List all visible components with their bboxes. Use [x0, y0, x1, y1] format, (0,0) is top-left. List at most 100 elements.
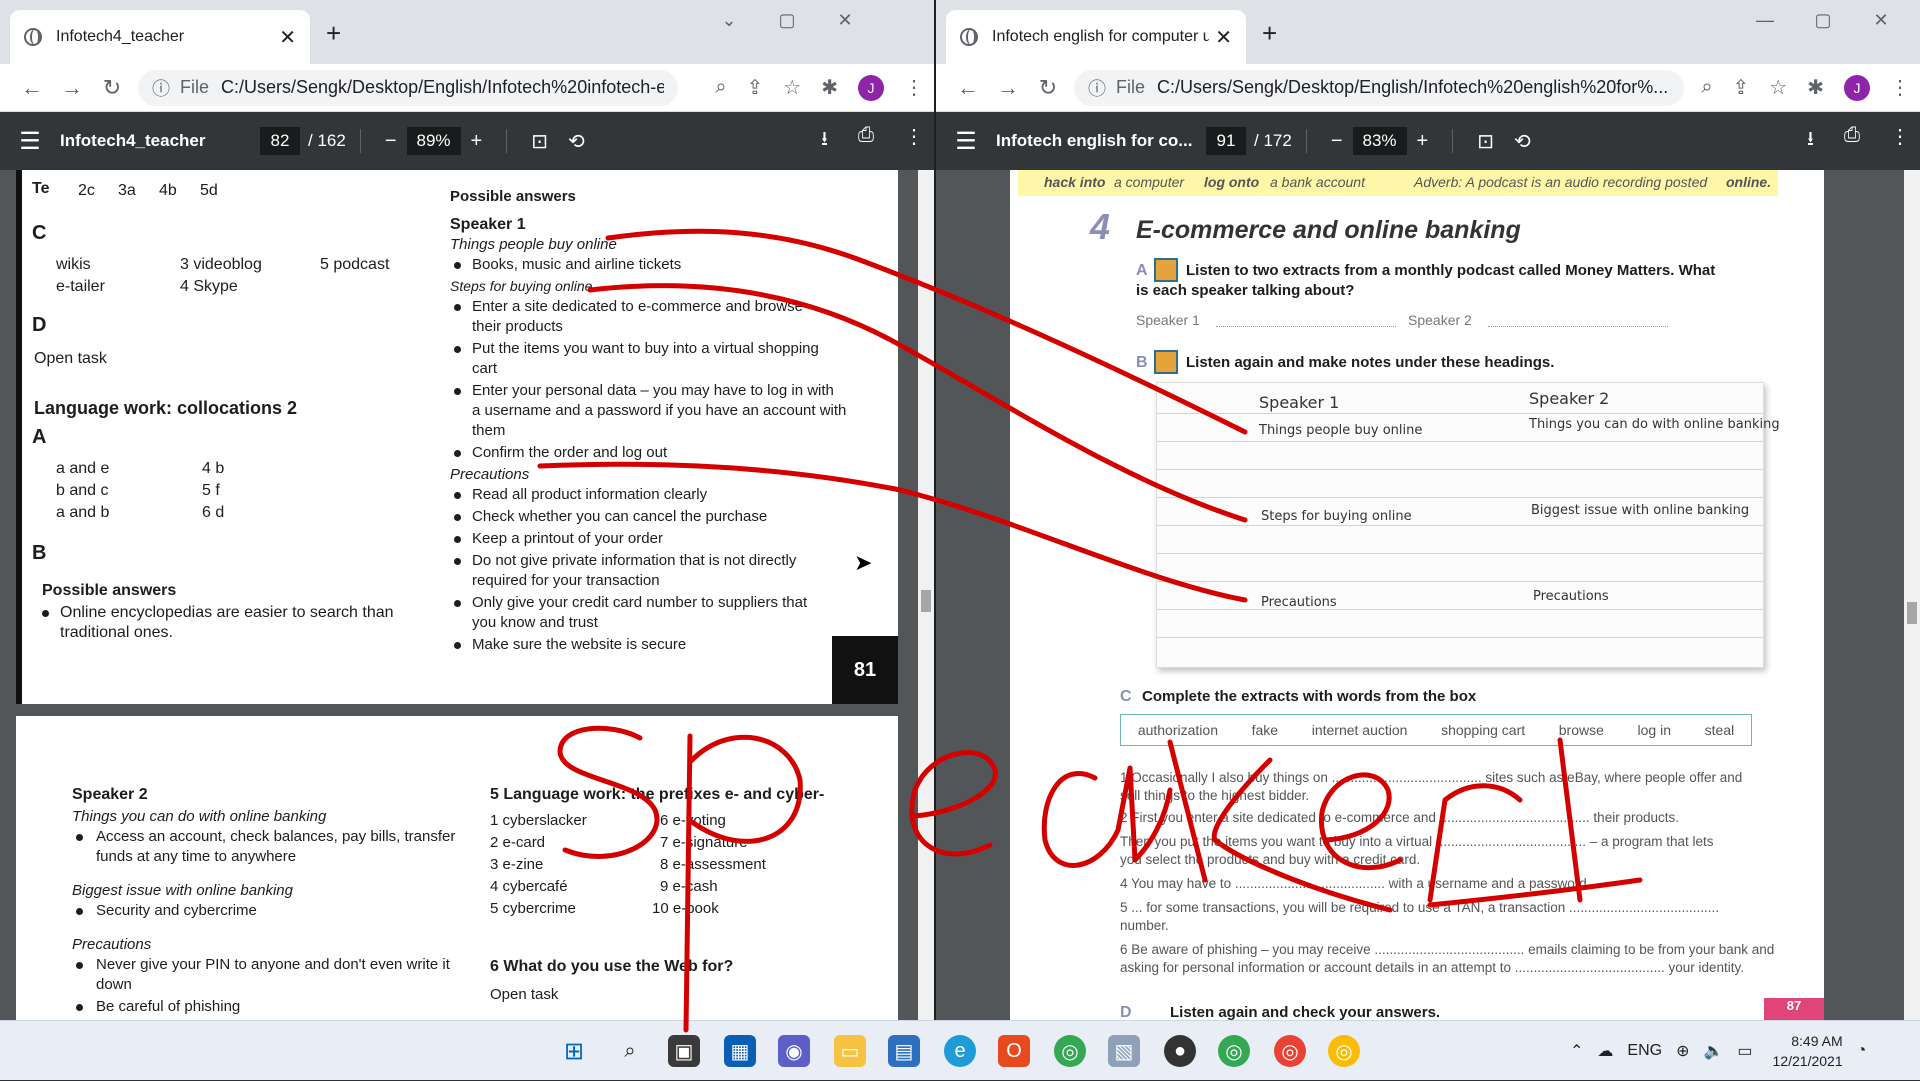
subheading: Biggest issue with online banking [72, 882, 293, 899]
star-icon[interactable]: ☆ [1769, 75, 1787, 100]
task-text: is each speaker talking about? [1136, 282, 1355, 299]
chrome-icon[interactable]: ◎ [1274, 1035, 1306, 1067]
notification-icon[interactable]: ◔ [1857, 1042, 1867, 1060]
close-window-button[interactable]: ✕ [1852, 10, 1910, 31]
star-icon[interactable]: ☆ [783, 75, 801, 100]
rotate-icon[interactable]: ⟲ [568, 129, 585, 154]
maximize-button[interactable]: ▢ [1794, 10, 1852, 31]
fit-icon[interactable]: ⊡ [1477, 129, 1494, 154]
answer-heading: Possible answers [42, 582, 177, 599]
clock[interactable]: 8:49 AM 12/21/2021 [1773, 1031, 1843, 1071]
search-icon[interactable]: ⌕ [614, 1035, 646, 1067]
right-page-total: / 172 [1254, 131, 1292, 150]
answer-text: Open task [34, 350, 107, 367]
scrollbar-thumb[interactable] [1907, 602, 1917, 624]
minimize-button[interactable]: — [1736, 10, 1794, 31]
right-tab[interactable]: Infotech english for computer us ✕ [946, 10, 1246, 64]
extensions-icon[interactable]: ✱ [821, 75, 838, 100]
close-icon[interactable]: ✕ [1215, 25, 1232, 50]
menu-icon[interactable]: ☰ [0, 127, 60, 156]
zoom-icon[interactable]: ⌕ [1701, 76, 1712, 99]
store-icon[interactable]: ▤ [888, 1035, 920, 1067]
reload-icon[interactable]: ↻ [92, 75, 132, 101]
more-icon[interactable]: ⋮ [904, 124, 924, 158]
exercise-line: Then you put the items you want to buy i… [1120, 834, 1714, 849]
language-indicator[interactable]: ENG [1627, 1042, 1662, 1060]
volume-icon[interactable]: 🔈 [1703, 1041, 1723, 1061]
info-icon[interactable]: ⓘ [152, 75, 170, 101]
task-view-icon[interactable]: ▣ [668, 1035, 700, 1067]
scrollbar-thumb[interactable] [921, 590, 931, 612]
globe-icon[interactable]: ⊕ [1676, 1041, 1689, 1061]
right-zoom-input[interactable]: 83% [1352, 127, 1407, 155]
cloud-icon[interactable]: ☁ [1597, 1041, 1613, 1061]
answer-text: 10 e-book [652, 900, 719, 917]
answer-text: 4 Skype [180, 278, 238, 295]
battery-icon[interactable]: ▭ [1737, 1041, 1752, 1061]
answer-text: 2c [78, 182, 95, 199]
menu-icon[interactable]: ☰ [936, 127, 996, 156]
print-icon[interactable]: ⎙ [858, 124, 874, 158]
download-icon[interactable]: ⭳ [1807, 124, 1814, 158]
zoom-out-button[interactable]: − [385, 130, 397, 153]
chevron-up-icon[interactable]: ⌃ [1570, 1041, 1583, 1061]
right-omnibox[interactable]: ⓘ File C:/Users/Sengk/Desktop/English/In… [1074, 69, 1684, 106]
rotate-icon[interactable]: ⟲ [1514, 129, 1531, 154]
windows-start-icon[interactable]: ⊞ [558, 1035, 590, 1067]
share-icon[interactable]: ⇪ [747, 75, 764, 100]
print-icon[interactable]: ⎙ [1844, 124, 1860, 158]
back-icon[interactable]: ← [948, 75, 988, 101]
info-icon[interactable]: ⓘ [1088, 75, 1106, 101]
section-heading: 6 What do you use the Web for? [490, 958, 734, 975]
left-scrollbar[interactable] [918, 170, 934, 1020]
left-page-input[interactable]: 82 [260, 127, 300, 155]
answer-text: required for your transaction [472, 572, 660, 589]
left-omnibox[interactable]: ⓘ File C:/Users/Sengk/Desktop/English/In… [138, 69, 678, 106]
answer-text: a and e [56, 460, 110, 477]
answer-text: 3 videoblog [180, 256, 262, 273]
extensions-icon[interactable]: ✱ [1807, 75, 1824, 100]
forward-icon[interactable]: → [988, 75, 1028, 101]
exercise-line: asking for personal information or accou… [1120, 960, 1745, 975]
chrome-icon[interactable]: ◎ [1054, 1035, 1086, 1067]
avatar[interactable]: J [858, 74, 884, 101]
forward-icon[interactable]: → [52, 75, 92, 101]
plus-icon[interactable]: + [326, 18, 341, 49]
file-explorer-icon[interactable]: ▭ [834, 1035, 866, 1067]
answer-text: 4b [159, 182, 177, 199]
chrome-icon[interactable]: ◎ [1328, 1035, 1360, 1067]
close-icon[interactable]: ✕ [279, 25, 296, 50]
right-page-input[interactable]: 91 [1206, 127, 1246, 155]
fit-icon[interactable]: ⊡ [531, 129, 548, 154]
avatar[interactable]: J [1844, 74, 1870, 101]
zoom-icon[interactable]: ⌕ [715, 76, 726, 99]
left-tab[interactable]: Infotech4_teacher ✕ [10, 10, 310, 64]
menu-icon[interactable]: ⋮ [1890, 75, 1910, 100]
menu-icon[interactable]: ⋮ [904, 75, 924, 100]
download-icon[interactable]: ⭳ [821, 124, 828, 158]
close-window-button[interactable]: ✕ [816, 10, 874, 31]
right-scrollbar[interactable] [1904, 170, 1920, 1020]
zoom-out-button[interactable]: − [1331, 130, 1343, 153]
notes-label: Precautions [1261, 595, 1337, 610]
more-icon[interactable]: ⋮ [1890, 124, 1910, 158]
maximize-button[interactable]: ▢ [758, 10, 816, 31]
share-icon[interactable]: ⇪ [1733, 75, 1750, 100]
obs-icon[interactable]: ● [1164, 1035, 1196, 1067]
zoom-in-button[interactable]: + [471, 130, 483, 153]
zoom-in-button[interactable]: + [1417, 130, 1429, 153]
back-icon[interactable]: ← [12, 75, 52, 101]
strip-text: a computer [1114, 174, 1185, 190]
office-icon[interactable]: O [998, 1035, 1030, 1067]
photos-icon[interactable]: ▧ [1108, 1035, 1140, 1067]
chat-icon[interactable]: ◉ [778, 1035, 810, 1067]
chrome-icon[interactable]: ◎ [1218, 1035, 1250, 1067]
unit-title: E-commerce and online banking [1136, 216, 1521, 244]
minimize-button[interactable]: ⌄ [700, 10, 758, 31]
widgets-icon[interactable]: ▦ [724, 1035, 756, 1067]
left-zoom-input[interactable]: 89% [406, 127, 461, 155]
edge-icon[interactable]: e [944, 1035, 976, 1067]
reload-icon[interactable]: ↻ [1028, 75, 1068, 101]
answer-text: 2 e-card [490, 834, 546, 851]
plus-icon[interactable]: + [1262, 18, 1277, 49]
